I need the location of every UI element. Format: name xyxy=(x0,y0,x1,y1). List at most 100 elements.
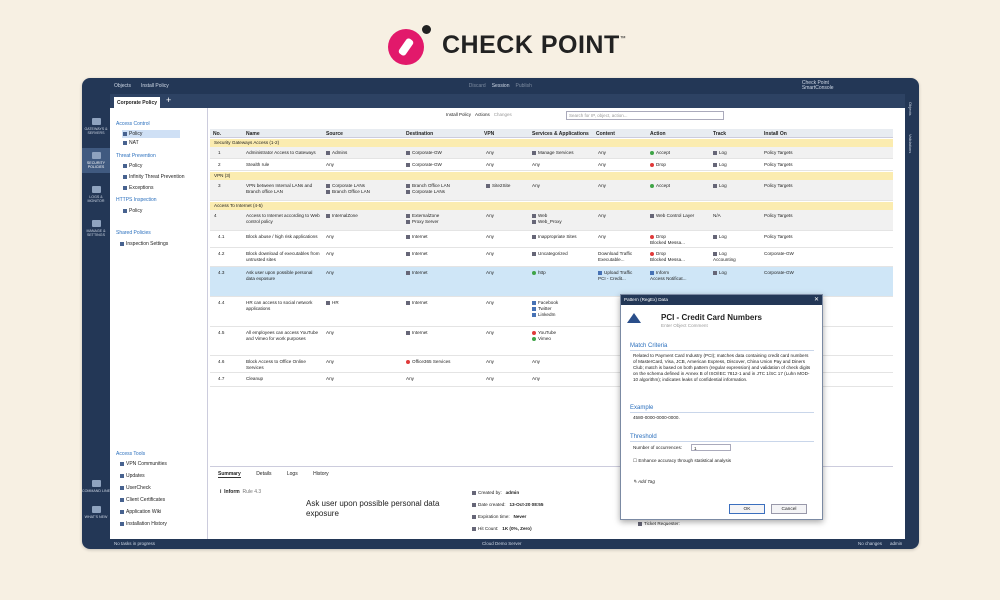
top-bar: Objects Install Policy Discard Session P… xyxy=(82,78,919,94)
changes-status: No changes xyxy=(858,541,883,546)
section-access-internet[interactable]: Access To Internet (4-5) xyxy=(210,202,893,210)
install-policy-button[interactable]: Install Policy xyxy=(141,83,169,89)
whats-new-icon xyxy=(91,506,101,513)
rule-title: Ask user upon possible personal data exp… xyxy=(306,499,440,518)
sidebar-access-tools[interactable]: Access Tools xyxy=(116,451,145,457)
occurrences-stepper[interactable]: 1 xyxy=(691,444,731,451)
sidebar-access-control[interactable]: Access Control xyxy=(116,121,150,127)
tasks-status[interactable]: No tasks in progress xyxy=(114,541,155,546)
details-tabs: Summary Details Logs History xyxy=(218,471,343,478)
actions-menu[interactable]: Actions xyxy=(475,112,490,117)
tool-updates[interactable]: Updates xyxy=(120,473,145,479)
tab-details[interactable]: Details xyxy=(256,471,271,477)
publish-button[interactable]: Publish xyxy=(516,83,532,89)
accept-icon xyxy=(650,150,654,155)
nav-whats-new[interactable]: WHAT'S NEW xyxy=(82,506,110,519)
add-tag-button[interactable]: ✎ Add Tag xyxy=(633,479,811,485)
changes-menu[interactable]: Changes xyxy=(494,112,512,117)
infinity-icon xyxy=(123,174,127,179)
console-name: Check Point SmartConsole xyxy=(801,80,834,91)
gateway-icon xyxy=(406,150,410,155)
example-value: 4580-0000-0000-0000. xyxy=(633,415,680,420)
objects-menu[interactable]: Objects xyxy=(114,83,131,89)
section-security-gateways[interactable]: Security Gateways Access (1-2) xyxy=(210,139,893,147)
certificate-icon xyxy=(120,497,124,502)
tab-logs[interactable]: Logs xyxy=(287,471,298,477)
tool-vpn-communities[interactable]: VPN Communities xyxy=(120,461,167,467)
history-icon xyxy=(120,521,124,526)
gateways-icon xyxy=(91,118,101,125)
match-criteria-label: Match Criteria xyxy=(630,343,668,349)
section-vpn[interactable]: VPN (3) xyxy=(210,172,893,180)
table-row[interactable]: 2 Stealth rule Any Corporate-GW Any Any … xyxy=(210,159,893,171)
occurrences-label: Number of occurrences: xyxy=(633,445,683,450)
exceptions-icon xyxy=(123,185,127,190)
enhance-accuracy-checkbox[interactable]: ☐ Enhance accuracy through statistical a… xyxy=(633,458,773,464)
inspection-icon xyxy=(120,241,124,246)
add-tab-button[interactable]: + xyxy=(166,95,171,105)
vpn-icon xyxy=(120,461,124,466)
rule-search-input[interactable]: Search for IP, object, action... xyxy=(566,111,724,120)
table-row[interactable]: 4.1 Block abuse / high risk applications… xyxy=(210,231,893,248)
close-icon[interactable]: ✕ xyxy=(814,296,819,303)
command-line-icon xyxy=(91,480,101,487)
nav-command-line[interactable]: COMMAND LINE xyxy=(82,480,110,493)
sidebar-item-inspection[interactable]: Inspection Settings xyxy=(120,241,168,247)
tab-corporate-policy[interactable]: Corporate Policy xyxy=(114,97,160,108)
install-policy-tool[interactable]: Install Policy xyxy=(446,112,471,117)
nav-logs[interactable]: LOGS & MONITOR xyxy=(82,186,110,203)
object-name[interactable]: PCI - Credit Card Numbers xyxy=(661,313,762,322)
policy-icon xyxy=(123,208,127,213)
sidebar-shared-policies[interactable]: Shared Policies xyxy=(116,230,151,236)
sidebar-item-infinity[interactable]: Infinity Threat Prevention xyxy=(123,174,185,180)
nav-manage[interactable]: MANAGE & SETTINGS xyxy=(82,220,110,237)
tool-client-certificates[interactable]: Client Certificates xyxy=(120,497,165,503)
group-icon xyxy=(326,150,330,155)
policy-sidebar: Access Control Policy NAT Threat Prevent… xyxy=(110,108,208,539)
tab-summary[interactable]: Summary xyxy=(218,471,241,478)
objects-tab[interactable]: Objects xyxy=(908,102,913,116)
tool-application-wiki[interactable]: Application Wiki xyxy=(120,509,161,515)
tab-history[interactable]: History xyxy=(313,471,329,477)
log-icon xyxy=(713,183,717,188)
sidebar-item-tp-policy[interactable]: Policy xyxy=(123,163,142,169)
updates-icon xyxy=(120,473,124,478)
tool-installation-history[interactable]: Installation History xyxy=(120,521,167,527)
right-navigation: Objects Validations xyxy=(905,94,919,539)
table-row[interactable]: 4 Access to Internet according to Web co… xyxy=(210,210,893,231)
sidebar-item-policy[interactable]: Policy xyxy=(122,130,180,138)
pattern-icon xyxy=(627,313,641,323)
gateway-icon xyxy=(406,162,410,167)
validations-tab[interactable]: Validations xyxy=(908,134,913,153)
table-row[interactable]: 4.2 Block download of executables from u… xyxy=(210,248,893,267)
table-header: No. Name Source Destination VPN Services… xyxy=(210,129,893,138)
discard-button[interactable]: Discard xyxy=(469,83,486,89)
dialog-title-bar: Pattern (RegEx) Data ✕ xyxy=(621,295,822,305)
threshold-label: Threshold xyxy=(630,434,657,440)
nav-gateways[interactable]: GATEWAYS & SERVERS xyxy=(82,118,110,135)
object-comment[interactable]: Enter Object Comment xyxy=(661,323,708,328)
table-row[interactable]: 1 Administrator Access to Gateways Admin… xyxy=(210,147,893,159)
sidebar-https[interactable]: HTTPS Inspection xyxy=(116,197,157,203)
nav-security-policies[interactable]: SECURITY POLICIES xyxy=(82,148,110,173)
sidebar-item-exceptions[interactable]: Exceptions xyxy=(123,185,153,191)
pattern-data-dialog: Pattern (RegEx) Data ✕ PCI - Credit Card… xyxy=(620,294,823,520)
server-status[interactable]: Cloud Demo Server xyxy=(482,541,522,546)
logo-mark xyxy=(388,25,432,65)
table-row-selected[interactable]: 4.3 Ask user upon possible personal data… xyxy=(210,267,893,297)
policy-tab-bar: Corporate Policy + xyxy=(110,94,905,108)
info-icon: i xyxy=(220,489,222,495)
log-icon xyxy=(713,162,717,167)
session-menu[interactable]: Session xyxy=(492,83,510,89)
rule-meta: Created by: admin Date created: 13-Oct-2… xyxy=(472,487,543,535)
sidebar-item-nat[interactable]: NAT xyxy=(123,140,139,146)
tool-usercheck[interactable]: UserCheck xyxy=(120,485,151,491)
sidebar-item-https-policy[interactable]: Policy xyxy=(123,208,142,214)
ok-button[interactable]: OK xyxy=(729,504,765,514)
cancel-button[interactable]: Cancel xyxy=(771,504,807,514)
sidebar-threat-prevention[interactable]: Threat Prevention xyxy=(116,153,156,159)
table-row[interactable]: 3 VPN between Internal LANs and Branch o… xyxy=(210,180,893,201)
user-status: admin xyxy=(890,541,903,546)
log-icon xyxy=(713,150,717,155)
policy-icon xyxy=(123,163,127,168)
